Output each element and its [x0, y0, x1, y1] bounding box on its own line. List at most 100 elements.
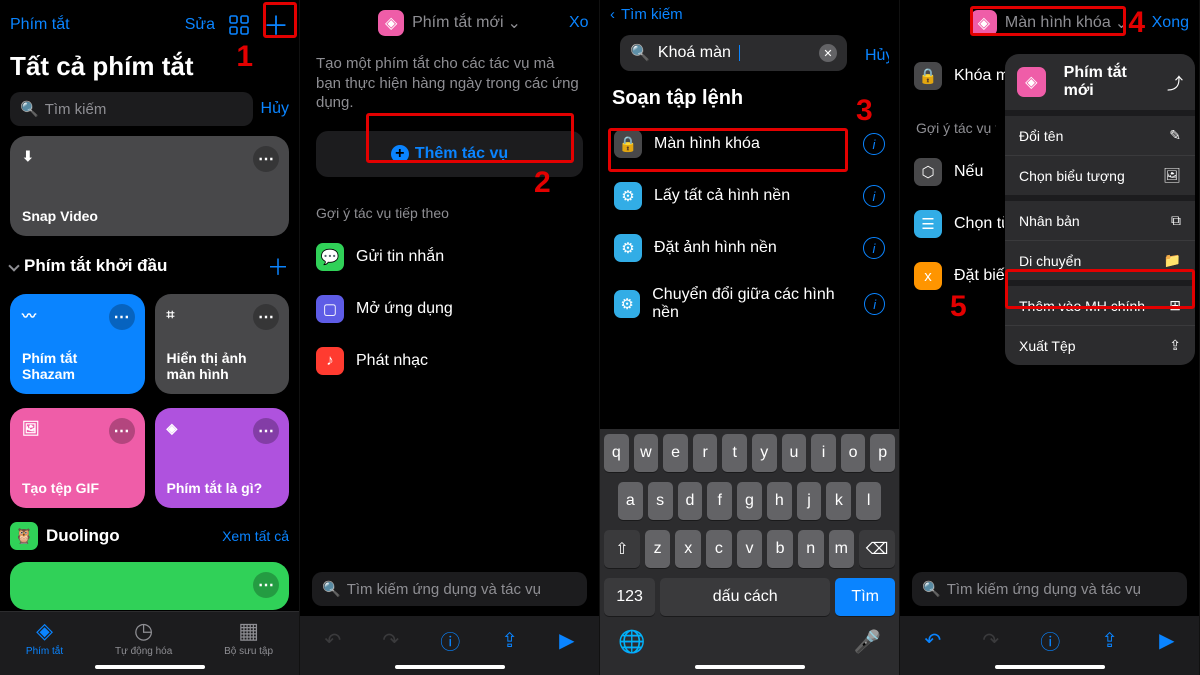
info-icon[interactable]: i	[864, 293, 885, 315]
redo-icon: ↷	[982, 628, 999, 653]
undo-icon: ↶	[325, 628, 342, 653]
add-home-icon: ⊞	[1169, 297, 1181, 314]
backspace-key[interactable]: ⌫	[859, 530, 895, 568]
shortcut-app-icon: ◈	[378, 10, 404, 36]
new-shortcut-title[interactable]: Phím tắt mới	[412, 14, 503, 32]
search-shortcuts-input[interactable]: 🔍Tìm kiếm	[10, 92, 253, 126]
tile-snap-video[interactable]: ⬇ ⋯ Snap Video	[10, 136, 289, 236]
info-icon[interactable]: ⓘ	[1040, 626, 1060, 655]
panel-4-shortcut-menu: ◈ Màn hình khóa ⌄ Xong 4 🔒 Khóa màn hình…	[900, 0, 1200, 675]
panel-2-new-shortcut: ◈ Phím tắt mới ⌄ Xong Tạo một phím tắt c…	[300, 0, 600, 675]
more-icon[interactable]: ⋯	[253, 572, 279, 598]
done-button[interactable]: Xong	[1152, 14, 1189, 32]
result-set-wallpaper[interactable]: ⚙ Đặt ảnh hình nền i	[600, 222, 899, 274]
tile-screenshot[interactable]: ⌗ ⋯ Hiển thị ảnh màn hình	[155, 294, 290, 394]
mic-icon[interactable]: 🎤	[854, 629, 881, 655]
new-shortcut-description: Tạo một phím tắt cho các tác vụ mà bạn t…	[300, 46, 599, 121]
home-indicator	[395, 665, 505, 669]
duplicate-icon: ⧉	[1171, 212, 1181, 229]
globe-icon[interactable]: 🌐	[618, 629, 645, 655]
suggest-open-app[interactable]: ▢Mở ứng dụng	[300, 283, 599, 335]
grid-icon[interactable]	[229, 15, 249, 35]
clear-search-icon[interactable]: ✕	[819, 44, 837, 62]
cancel-search[interactable]: Hủy	[261, 100, 289, 118]
redo-icon: ↷	[382, 628, 399, 653]
cancel-search[interactable]: Hủy	[865, 47, 889, 65]
tile-gif[interactable]: 🖼 ⋯ Tạo tệp GIF	[10, 408, 145, 508]
tile-shazam[interactable]: 〰 ⋯ Phím tắt Shazam	[10, 294, 145, 394]
suggest-play-music[interactable]: ♪Phát nhạc	[300, 335, 599, 387]
tile-duolingo-item[interactable]: ⋯	[10, 562, 289, 610]
edit-button[interactable]: Sửa	[185, 16, 215, 34]
info-icon[interactable]: ⓘ	[440, 626, 460, 655]
shortcut-app-icon: ◈	[971, 10, 997, 36]
variable-icon: x	[914, 262, 942, 290]
gear-icon: ⚙	[614, 182, 642, 210]
plus-icon[interactable]: ＋	[263, 6, 289, 43]
music-icon: ♪	[316, 347, 344, 375]
chevron-down-icon[interactable]: ⌄	[508, 13, 521, 33]
info-icon[interactable]: i	[863, 133, 885, 155]
shortcut-name-title[interactable]: Màn hình khóa	[1005, 14, 1111, 32]
home-indicator	[95, 665, 205, 669]
done-button[interactable]: Xong	[569, 14, 589, 32]
add-starter-shortcut[interactable]: ＋	[267, 250, 289, 282]
more-icon[interactable]: ⋯	[109, 418, 135, 444]
result-get-wallpapers[interactable]: ⚙ Lấy tất cả hình nền i	[600, 170, 899, 222]
menu-move[interactable]: Di chuyển📁	[1005, 240, 1195, 280]
page-title: Tất cả phím tắt	[0, 49, 299, 92]
shortcut-context-menu: ◈ Phím tắt mới ⤴ Đổi tên✎ Chọn biểu tượn…	[1005, 54, 1195, 365]
tab-automation[interactable]: ◷Tự động hóa	[115, 618, 172, 657]
share-icon[interactable]: ⤴	[1167, 70, 1183, 94]
action-search-input[interactable]: 🔍 Khoá màn ✕	[620, 35, 847, 71]
suggest-send-message[interactable]: 💬Gửi tin nhắn	[300, 231, 599, 283]
shift-key[interactable]: ⇧	[604, 530, 640, 568]
section-starter-shortcuts: Phím tắt khởi đầu	[24, 256, 167, 276]
search-key[interactable]: Tìm	[835, 578, 895, 616]
chevron-down-icon	[8, 260, 19, 271]
menu-add-to-home[interactable]: Thêm vào MH chính⊞	[1005, 280, 1195, 325]
info-icon[interactable]: i	[863, 185, 885, 207]
more-icon[interactable]: ⋯	[253, 304, 279, 330]
annotation-4: 4	[1128, 6, 1145, 40]
chevron-down-icon[interactable]: ⌄	[1115, 13, 1128, 33]
ios-keyboard[interactable]: qwertyuiop asdfghjkl ⇧zxcvbnm⌫ 123 dấu c…	[600, 429, 899, 675]
menu-choose-icon[interactable]: Chọn biểu tượng🖼	[1005, 155, 1195, 195]
search-icon: 🔍	[630, 43, 650, 63]
play-icon[interactable]: ▶	[1159, 628, 1174, 653]
menu-rename[interactable]: Đổi tên✎	[1005, 110, 1195, 155]
info-icon[interactable]: i	[863, 237, 885, 259]
search-actions-input[interactable]: 🔍Tìm kiếm ứng dụng và tác vụ	[912, 572, 1187, 606]
export-icon: ⇪	[1169, 337, 1181, 354]
lock-icon: 🔒	[614, 130, 642, 158]
menu-export-file[interactable]: Xuất Tệp⇪	[1005, 325, 1195, 365]
space-key[interactable]: dấu cách	[660, 578, 830, 616]
undo-icon[interactable]: ↶	[925, 628, 942, 653]
play-icon[interactable]: ▶	[559, 628, 574, 653]
see-all-link[interactable]: Xem tất cả	[222, 528, 289, 544]
gear-icon: ⚙	[614, 290, 640, 318]
numbers-key[interactable]: 123	[604, 578, 655, 616]
more-icon[interactable]: ⋯	[109, 304, 135, 330]
tab-gallery[interactable]: ▦Bộ sưu tập	[224, 618, 273, 657]
tab-shortcuts[interactable]: ◈Phím tắt	[26, 618, 63, 657]
result-lock-screen[interactable]: 🔒 Màn hình khóa i	[600, 118, 899, 170]
annotation-5: 5	[950, 290, 967, 324]
panel-1-shortcuts-home: Phím tắt Sửa ＋ 1 Tất cả phím tắt 🔍Tìm ki…	[0, 0, 300, 675]
more-icon[interactable]: ⋯	[253, 418, 279, 444]
chevron-left-icon[interactable]: ‹	[610, 6, 615, 23]
suggestions-title: Gợi ý tác vụ tiếp theo	[300, 187, 599, 231]
search-actions-input[interactable]: 🔍Tìm kiếm ứng dụng và tác vụ	[312, 572, 587, 606]
share-icon[interactable]: ⇪	[501, 628, 518, 653]
messages-icon: 💬	[316, 243, 344, 271]
share-icon[interactable]: ⇪	[1101, 628, 1118, 653]
result-toggle-wallpaper[interactable]: ⚙ Chuyển đổi giữa các hình nền i	[600, 274, 899, 334]
back-search[interactable]: Tìm kiếm	[621, 6, 683, 23]
menu-duplicate[interactable]: Nhân bản⧉	[1005, 195, 1195, 240]
clock-icon: ◷	[115, 618, 172, 644]
menu-header: ◈ Phím tắt mới ⤴	[1005, 54, 1195, 110]
layers-icon: ◈	[26, 618, 63, 644]
tile-what-is-shortcut[interactable]: ◈ ⋯ Phím tắt là gì?	[155, 408, 290, 508]
more-icon[interactable]: ⋯	[253, 146, 279, 172]
back-shortcuts[interactable]: Phím tắt	[10, 16, 70, 34]
